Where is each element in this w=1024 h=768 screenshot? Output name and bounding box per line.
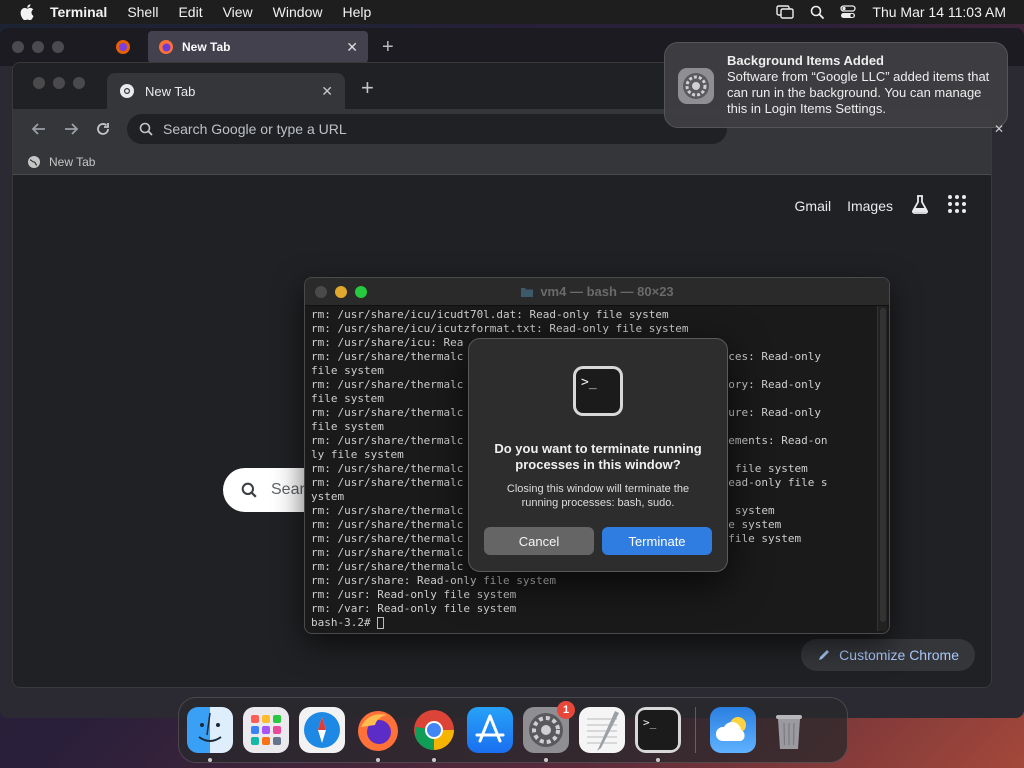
reload-icon[interactable]	[87, 113, 119, 145]
back-arrow-icon[interactable]	[23, 113, 55, 145]
firefox-window-controls	[12, 41, 64, 53]
folder-icon	[521, 287, 534, 297]
screen-mirroring-icon[interactable]	[776, 5, 795, 19]
bookmarks-bar: New Tab	[13, 149, 991, 175]
terminal-line: rm: /usr: Read-only file system	[311, 588, 517, 601]
chrome-tab-close-icon[interactable]: ✕	[321, 83, 333, 100]
chrome-icon[interactable]	[411, 707, 457, 762]
omnibox-search-icon	[139, 122, 153, 136]
customize-chrome-button[interactable]: Customize Chrome	[801, 639, 975, 671]
apple-menu-icon[interactable]	[18, 3, 36, 21]
notification-close-icon[interactable]: ✕	[994, 122, 1004, 136]
firefox-tab-close-icon[interactable]: ✕	[346, 39, 358, 56]
bookmark-new-tab[interactable]: New Tab	[49, 155, 95, 169]
menu-bar: Terminal Shell Edit View Window Help Thu…	[0, 0, 1024, 24]
system-settings-badge: 1	[557, 701, 575, 719]
background-items-notification[interactable]: Background Items Added Software from “Go…	[664, 42, 1008, 128]
firefox-close-button[interactable]	[12, 41, 24, 53]
trash-icon[interactable]	[766, 707, 812, 753]
firefox-logo-icon	[159, 40, 173, 54]
terminal-title: vm4 — bash — 80×23	[305, 284, 889, 299]
labs-flask-icon[interactable]	[909, 193, 931, 218]
dialog-message: Closing this window will terminate the r…	[506, 483, 690, 509]
terminal-app-icon: >_	[572, 365, 624, 417]
omnibox[interactable]: Search Google or type a URL	[127, 114, 727, 144]
customize-chrome-label: Customize Chrome	[839, 647, 959, 663]
firefox-zoom-button[interactable]	[52, 41, 64, 53]
terminal-line: rm: /usr/share: Read-only file system	[311, 574, 557, 587]
ntp-header-links: Gmail Images	[795, 193, 967, 218]
terminal-title-text: vm4 — bash — 80×23	[540, 284, 674, 299]
finder-running-dot	[208, 758, 212, 762]
menu-app-name[interactable]: Terminal	[50, 4, 107, 20]
notification-message: Software from “Google LLC” added items t…	[727, 69, 990, 116]
system-settings-gear-icon	[677, 67, 715, 105]
chrome-logo-icon	[120, 84, 134, 98]
finder-icon[interactable]	[187, 707, 233, 762]
terminal-line: rm: /var: Read-only file system	[311, 602, 517, 615]
safari-icon[interactable]	[299, 707, 345, 753]
terminal-line: rm: /usr/share/icu/icudt70l.dat: Read-on…	[311, 308, 669, 321]
globe-icon	[28, 155, 40, 168]
chrome-zoom-button[interactable]	[73, 77, 85, 89]
menu-shell[interactable]: Shell	[127, 4, 158, 20]
menu-clock[interactable]: Thu Mar 14 11:03 AM	[872, 4, 1006, 20]
spotlight-search-icon[interactable]	[810, 5, 825, 19]
images-link[interactable]: Images	[847, 198, 893, 214]
terminal-icon[interactable]: >_	[635, 707, 681, 762]
forward-arrow-icon[interactable]	[55, 113, 87, 145]
terminal-prompt: bash-3.2#	[311, 616, 378, 629]
dialog-title: Do you want to terminate running process…	[494, 441, 702, 472]
dock: 1 >_	[178, 697, 848, 763]
firefox-tab-new-tab[interactable]: New Tab ✕	[148, 31, 368, 63]
dialog-buttons: Cancel Terminate	[469, 527, 727, 555]
chrome-tab-title: New Tab	[145, 83, 196, 99]
notification-title: Background Items Added	[727, 53, 884, 68]
ntp-search-icon	[241, 482, 257, 498]
system-settings-icon[interactable]: 1	[523, 701, 575, 762]
firefox-minimize-button[interactable]	[32, 41, 44, 53]
apps-grid-icon[interactable]	[947, 194, 967, 217]
terminal-cursor	[377, 617, 385, 629]
svg-text:>_: >_	[581, 375, 597, 390]
firefox-icon[interactable]	[355, 707, 401, 762]
firefox-tab-title: New Tab	[182, 40, 231, 54]
menu-edit[interactable]: Edit	[178, 4, 202, 20]
chrome-minimize-button[interactable]	[53, 77, 65, 89]
cancel-button[interactable]: Cancel	[484, 527, 594, 555]
launchpad-icon[interactable]	[243, 707, 289, 753]
terminal-running-dot	[656, 758, 660, 762]
textedit-icon[interactable]	[579, 707, 625, 753]
weather-icon[interactable]	[710, 707, 756, 753]
firefox-pinned-tab[interactable]	[104, 33, 142, 61]
menu-window[interactable]: Window	[273, 4, 323, 20]
omnibox-placeholder: Search Google or type a URL	[163, 121, 347, 137]
notification-body: Background Items Added Software from “Go…	[727, 53, 995, 117]
system-settings-running-dot	[544, 758, 548, 762]
chrome-window-controls	[33, 77, 85, 89]
chrome-tab-new-tab[interactable]: New Tab ✕	[107, 73, 345, 109]
chrome-new-tab-button[interactable]: +	[361, 75, 374, 101]
terminal-scrollbar[interactable]	[877, 306, 887, 631]
svg-text:>_: >_	[643, 716, 657, 729]
gmail-link[interactable]: Gmail	[795, 198, 832, 214]
app-store-icon[interactable]	[467, 707, 513, 753]
firefox-running-dot	[376, 758, 380, 762]
dock-separator	[695, 707, 696, 753]
terminal-title-bar: vm4 — bash — 80×23	[305, 278, 889, 306]
menu-view[interactable]: View	[223, 4, 253, 20]
terminate-processes-dialog: >_ Do you want to terminate running proc…	[468, 338, 728, 572]
terminal-line: rm: /usr/share/icu/icutzformat.txt: Read…	[311, 322, 689, 335]
firefox-new-tab-button[interactable]: +	[382, 36, 394, 59]
chrome-running-dot	[432, 758, 436, 762]
pencil-icon	[819, 650, 830, 660]
chrome-close-button[interactable]	[33, 77, 45, 89]
menu-help[interactable]: Help	[342, 4, 371, 20]
ntp-search-placeholder: Sear	[271, 481, 305, 498]
terminate-button[interactable]: Terminate	[602, 527, 712, 555]
control-center-icon[interactable]	[840, 5, 857, 19]
